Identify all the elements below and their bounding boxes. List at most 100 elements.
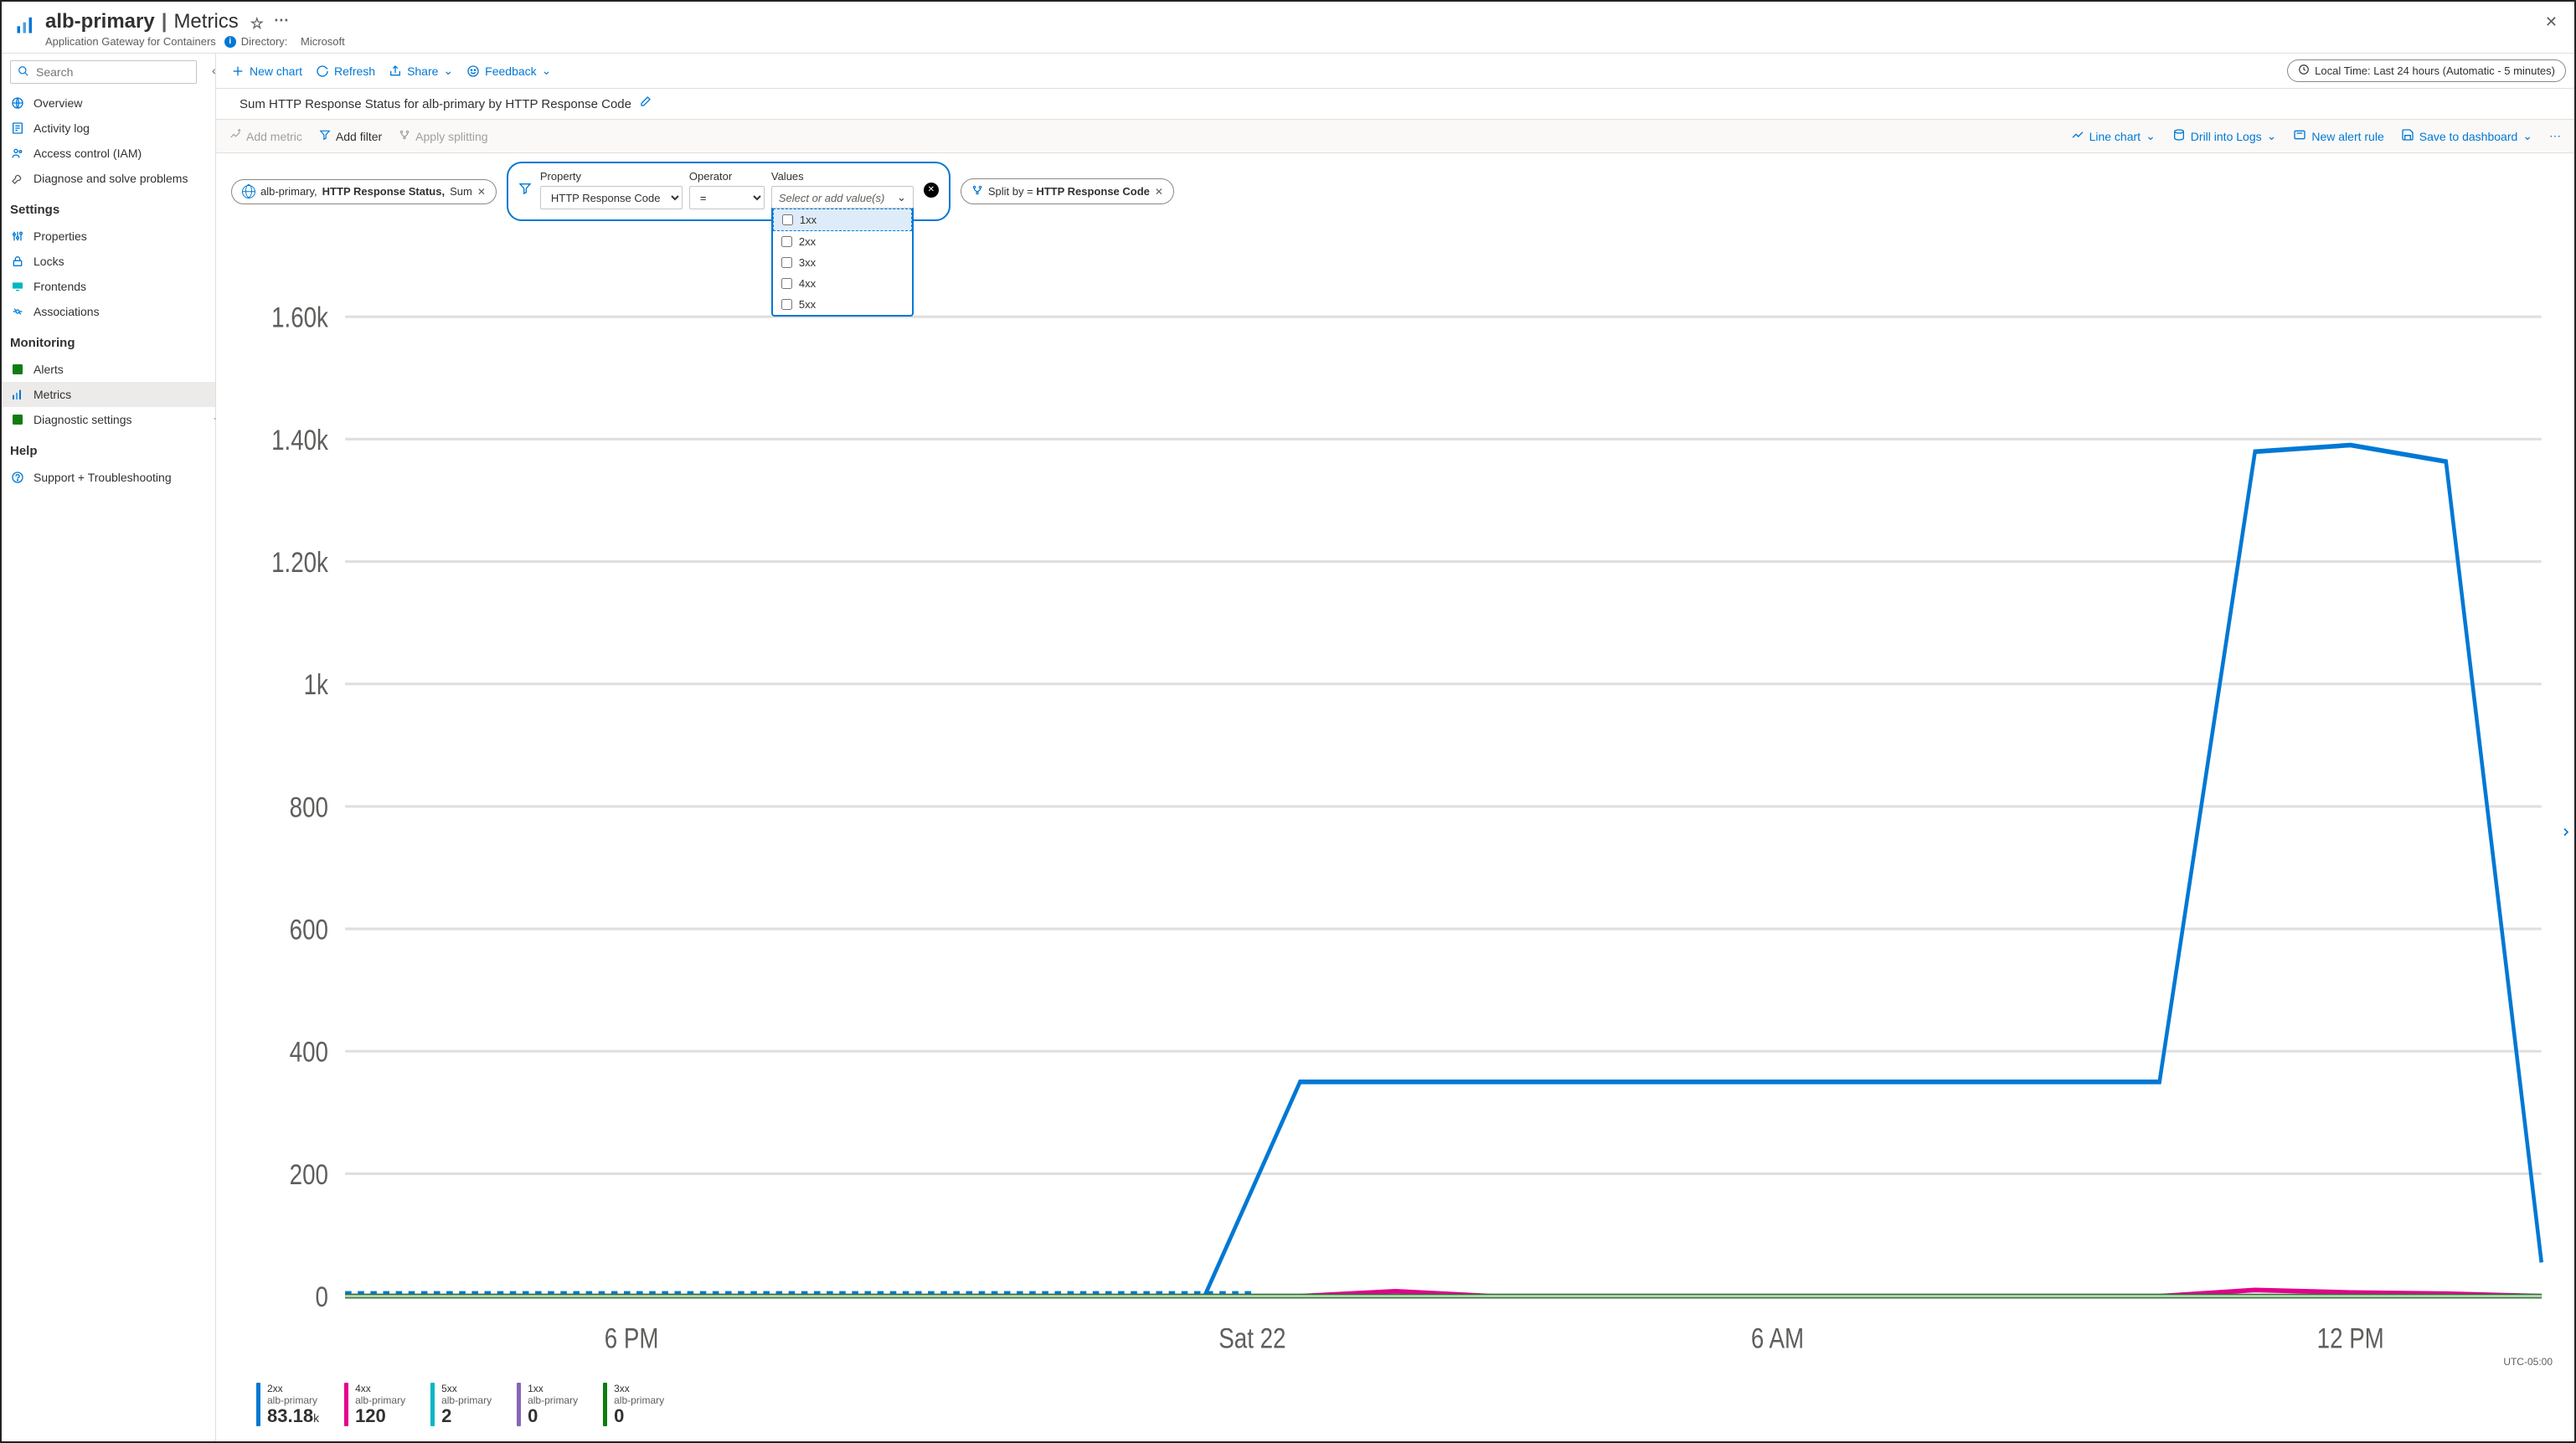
chart-more-button[interactable]: ⋯	[2541, 124, 2569, 148]
filter-option-2xx[interactable]: 2xx	[773, 231, 912, 252]
checkbox-5xx[interactable]	[781, 299, 792, 310]
svg-text:600: 600	[290, 914, 328, 946]
save-icon	[2401, 128, 2414, 144]
sidebar-item-label: Associations	[33, 305, 100, 318]
wrench-icon	[10, 172, 25, 185]
line-chart-icon	[2071, 128, 2084, 144]
filter-values-dropdown: 1xx2xx3xx4xx5xx	[771, 208, 914, 317]
chart-area[interactable]: 02004006008001k1.20k1.40k1.60k6 PMSat 22…	[240, 229, 2563, 1374]
sidebar-item-label: Metrics	[33, 388, 71, 401]
remove-split-button[interactable]: ✕	[1155, 186, 1163, 198]
sidebar-item-access-control-iam-[interactable]: Access control (IAM)	[2, 141, 215, 166]
chart-title-row: Sum HTTP Response Status for alb-primary…	[216, 89, 2574, 119]
split-icon	[399, 129, 410, 143]
chevron-down-icon: ⌄	[542, 64, 552, 78]
more-menu-icon[interactable]: ⋯	[274, 12, 291, 29]
edit-title-button[interactable]	[638, 95, 652, 112]
drill-logs-button[interactable]: Drill into Logs ⌄	[2164, 123, 2285, 149]
favorite-star-icon[interactable]: ☆	[250, 15, 264, 33]
diag-icon	[10, 413, 25, 426]
filter-option-1xx[interactable]: 1xx	[773, 209, 912, 231]
sidebar-item-metrics[interactable]: Metrics	[2, 382, 215, 407]
sidebar-item-alerts[interactable]: Alerts	[2, 357, 215, 382]
legend-item-4xx[interactable]: 4xxalb-primary120	[344, 1383, 405, 1426]
svg-text:6 AM: 6 AM	[1751, 1322, 1804, 1354]
add-filter-button[interactable]: Add filter	[311, 124, 390, 148]
page-title: alb-primary | Metrics ☆ ⋯	[45, 10, 345, 33]
filter-operator-select[interactable]: =	[689, 186, 765, 209]
remove-metric-button[interactable]: ✕	[477, 186, 486, 198]
chevron-down-icon: ⌄	[2267, 129, 2277, 143]
alert-icon	[2293, 128, 2306, 144]
legend-item-5xx[interactable]: 5xxalb-primary2	[430, 1383, 492, 1426]
resource-icon	[13, 12, 39, 37]
svg-text:1k: 1k	[304, 668, 329, 700]
checkbox-1xx[interactable]	[782, 214, 793, 225]
add-metric-button[interactable]: Add metric	[221, 124, 311, 148]
filter-property-select[interactable]: HTTP Response Code	[540, 186, 683, 209]
assoc-icon	[10, 305, 25, 318]
sidebar-item-associations[interactable]: Associations	[2, 299, 215, 324]
directory-info[interactable]: i Directory: Microsoft	[224, 35, 345, 48]
help-icon	[10, 471, 25, 484]
sidebar-item-properties[interactable]: Properties	[2, 224, 215, 249]
scope-icon	[242, 185, 255, 198]
svg-text:1.40k: 1.40k	[271, 424, 328, 456]
feedback-button[interactable]: Feedback ⌄	[460, 60, 558, 81]
checkbox-3xx[interactable]	[781, 257, 792, 268]
sidebar-item-frontends[interactable]: Frontends	[2, 274, 215, 299]
sidebar-item-label: Diagnostic settings	[33, 413, 132, 426]
time-range-selector[interactable]: Local Time: Last 24 hours (Automatic - 5…	[2287, 59, 2566, 82]
filter-values-select[interactable]: Select or add value(s) ⌄	[771, 186, 914, 209]
collapse-sidebar-button[interactable]: «	[205, 64, 216, 77]
remove-filter-button[interactable]: ✕	[924, 183, 939, 198]
label-values: Values	[771, 170, 914, 183]
apply-splitting-button[interactable]: Apply splitting	[390, 124, 496, 148]
sidebar-item-diagnose-and-solve-problems[interactable]: Diagnose and solve problems	[2, 166, 215, 191]
sidebar-item-locks[interactable]: Locks	[2, 249, 215, 274]
metric-pill[interactable]: alb-primary, HTTP Response Status, Sum ✕	[231, 179, 497, 204]
resource-type: Application Gateway for Containers	[45, 35, 216, 48]
filter-option-3xx[interactable]: 3xx	[773, 252, 912, 273]
share-button[interactable]: Share ⌄	[382, 60, 460, 81]
search-icon	[18, 65, 29, 80]
new-chart-button[interactable]: New chart	[224, 61, 309, 81]
collapse-chevron-icon[interactable]	[210, 412, 216, 429]
chart-type-button[interactable]: Line chart ⌄	[2063, 123, 2164, 149]
log-icon	[10, 121, 25, 135]
sidebar-item-activity-log[interactable]: Activity log	[2, 116, 215, 141]
sidebar: « OverviewActivity logAccess control (IA…	[2, 54, 216, 1441]
filter-icon	[518, 182, 532, 198]
split-by-pill[interactable]: Split by = HTTP Response Code ✕	[961, 178, 1174, 204]
label-property: Property	[540, 170, 683, 183]
sidebar-item-support-troubleshooting[interactable]: Support + Troubleshooting	[2, 465, 215, 490]
legend-item-2xx[interactable]: 2xxalb-primary83.18k	[256, 1383, 319, 1426]
legend-item-3xx[interactable]: 3xxalb-primary0	[603, 1383, 664, 1426]
sidebar-search[interactable]	[10, 60, 197, 84]
legend-item-1xx[interactable]: 1xxalb-primary0	[517, 1383, 578, 1426]
chevron-down-icon: ⌄	[2522, 129, 2532, 143]
refresh-icon	[316, 64, 329, 78]
save-dashboard-button[interactable]: Save to dashboard ⌄	[2393, 123, 2541, 149]
checkbox-4xx[interactable]	[781, 278, 792, 289]
info-icon: i	[224, 36, 236, 48]
sidebar-item-diagnostic-settings[interactable]: Diagnostic settings	[2, 407, 215, 432]
metrics-toolbar: New chart Refresh Share ⌄	[216, 54, 2574, 89]
sidebar-section-settings: Settings	[2, 194, 215, 220]
page-header: alb-primary | Metrics ☆ ⋯ Application Ga…	[2, 2, 2574, 54]
search-input[interactable]	[34, 64, 189, 80]
chevron-down-icon: ⌄	[443, 64, 453, 78]
close-blade-button[interactable]: ✕	[2542, 10, 2561, 34]
svg-text:Sat 22: Sat 22	[1218, 1322, 1285, 1354]
scroll-right-button[interactable]	[2554, 820, 2576, 848]
svg-text:800: 800	[290, 791, 328, 823]
clock-icon	[2298, 64, 2310, 78]
checkbox-2xx[interactable]	[781, 236, 792, 247]
refresh-button[interactable]: Refresh	[309, 61, 382, 81]
sidebar-item-label: Locks	[33, 255, 64, 268]
filter-editor: Property HTTP Response Code Operator = V…	[507, 162, 951, 221]
filter-option-4xx[interactable]: 4xx	[773, 273, 912, 294]
sidebar-item-overview[interactable]: Overview	[2, 90, 215, 116]
filter-option-5xx[interactable]: 5xx	[773, 294, 912, 315]
new-alert-button[interactable]: New alert rule	[2285, 123, 2392, 149]
